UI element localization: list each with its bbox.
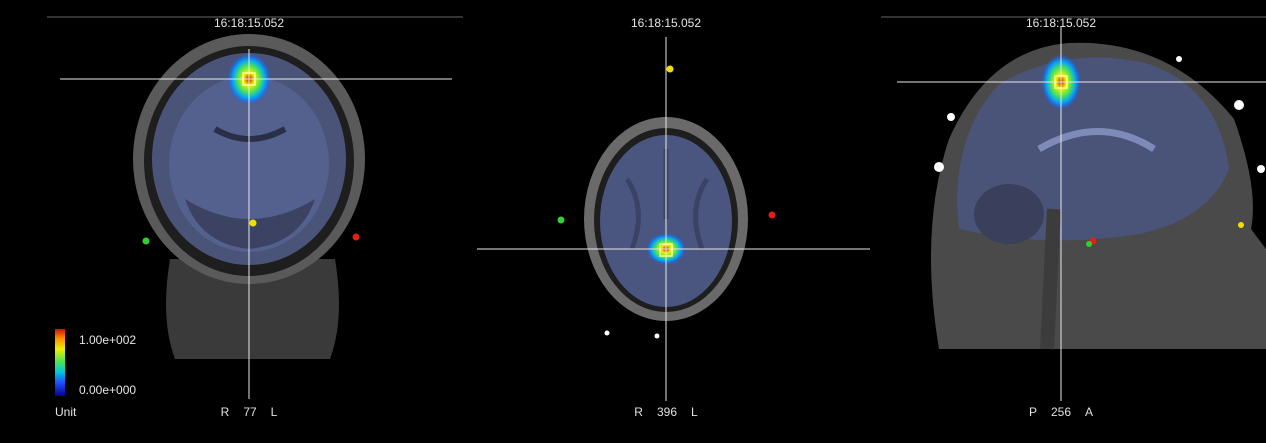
marker-green[interactable]	[142, 237, 150, 245]
orientation-bar: P 256 A	[1029, 405, 1093, 419]
cerebellum	[974, 184, 1044, 244]
marker-red[interactable]	[352, 233, 360, 241]
marker-white[interactable]	[934, 162, 944, 172]
coronal-view-pane[interactable]: 16:18:15.052 1.00e+002 0.00e+000 Unit R …	[0, 9, 467, 434]
marker-green[interactable]	[1086, 241, 1092, 247]
axial-view-pane[interactable]: 16:18:15.052 R 396 L	[467, 9, 879, 434]
slice-number: 256	[1050, 405, 1072, 419]
timestamp-label: 16:18:15.052	[1025, 16, 1097, 30]
marker-white[interactable]	[604, 330, 610, 336]
marker-yellow[interactable]	[666, 65, 674, 73]
brainstem	[1040, 208, 1061, 350]
colorbar	[55, 329, 65, 396]
marker-white[interactable]	[1257, 165, 1265, 173]
orient-right-label: L	[270, 405, 278, 419]
marker-white[interactable]	[947, 113, 955, 121]
slice-number: 77	[243, 405, 257, 419]
orient-left-label: R	[220, 405, 230, 419]
orientation-bar: R 396 L	[634, 405, 697, 419]
marker-white[interactable]	[1234, 100, 1244, 110]
sagittal-scan-image[interactable]	[879, 9, 1266, 434]
colorbar-unit-label: Unit	[55, 405, 77, 419]
marker-yellow[interactable]	[1238, 222, 1244, 228]
orient-right-label: L	[691, 405, 698, 419]
marker-white[interactable]	[654, 333, 660, 339]
marker-green[interactable]	[557, 216, 565, 224]
axial-scan-image[interactable]	[467, 9, 879, 434]
colorbar-max-label: 1.00e+002	[79, 333, 137, 347]
orient-left-label: R	[634, 405, 643, 419]
orient-left-label: P	[1028, 405, 1037, 419]
sagittal-view-pane[interactable]: 16:18:15.052 P 256 A	[879, 9, 1266, 434]
coronal-scan-image[interactable]	[0, 9, 467, 434]
timestamp-label: 16:18:15.052	[630, 16, 702, 30]
timestamp-label: 16:18:15.052	[213, 16, 285, 30]
orientation-bar: R 77 L	[221, 405, 278, 419]
marker-white[interactable]	[1176, 56, 1182, 62]
colorbar-min-label: 0.00e+000	[79, 383, 137, 397]
mri-viewer: 16:18:15.052 1.00e+002 0.00e+000 Unit R …	[0, 0, 1266, 443]
marker-red[interactable]	[768, 211, 776, 219]
orient-right-label: A	[1085, 405, 1094, 419]
slice-number: 396	[656, 405, 678, 419]
marker-yellow[interactable]	[249, 219, 257, 227]
